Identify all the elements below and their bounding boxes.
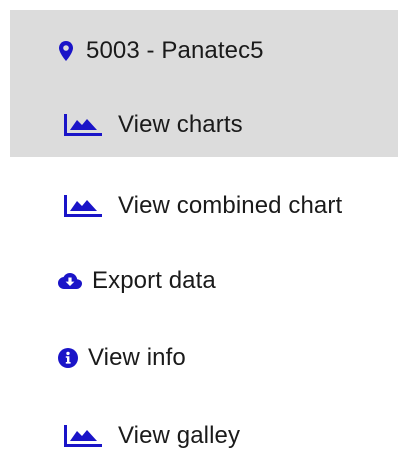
context-menu: 5003 - Panatec5 View charts View combine… [0,0,398,451]
menu-item-export-data[interactable]: Export data [0,263,398,299]
info-circle-icon [58,348,78,368]
map-marker-icon [58,41,74,61]
menu-item-label: View charts [118,111,243,138]
area-chart-icon [64,114,102,136]
menu-item-view-combined-chart[interactable]: View combined chart [0,188,398,224]
menu-item-label: View galley [118,422,241,449]
menu-item-view-charts[interactable]: View charts [0,107,398,143]
area-chart-icon [64,195,102,217]
menu-item-label: View info [88,344,186,371]
menu-item-view-galley[interactable]: View galley [0,418,398,451]
menu-item-label: 5003 - Panatec5 [86,37,264,64]
cloud-download-icon [58,272,82,290]
menu-item-location[interactable]: 5003 - Panatec5 [0,33,398,69]
area-chart-icon [64,425,102,447]
menu-item-label: Export data [92,267,216,294]
menu-item-label: View combined chart [118,192,343,219]
menu-item-view-info[interactable]: View info [0,340,398,376]
